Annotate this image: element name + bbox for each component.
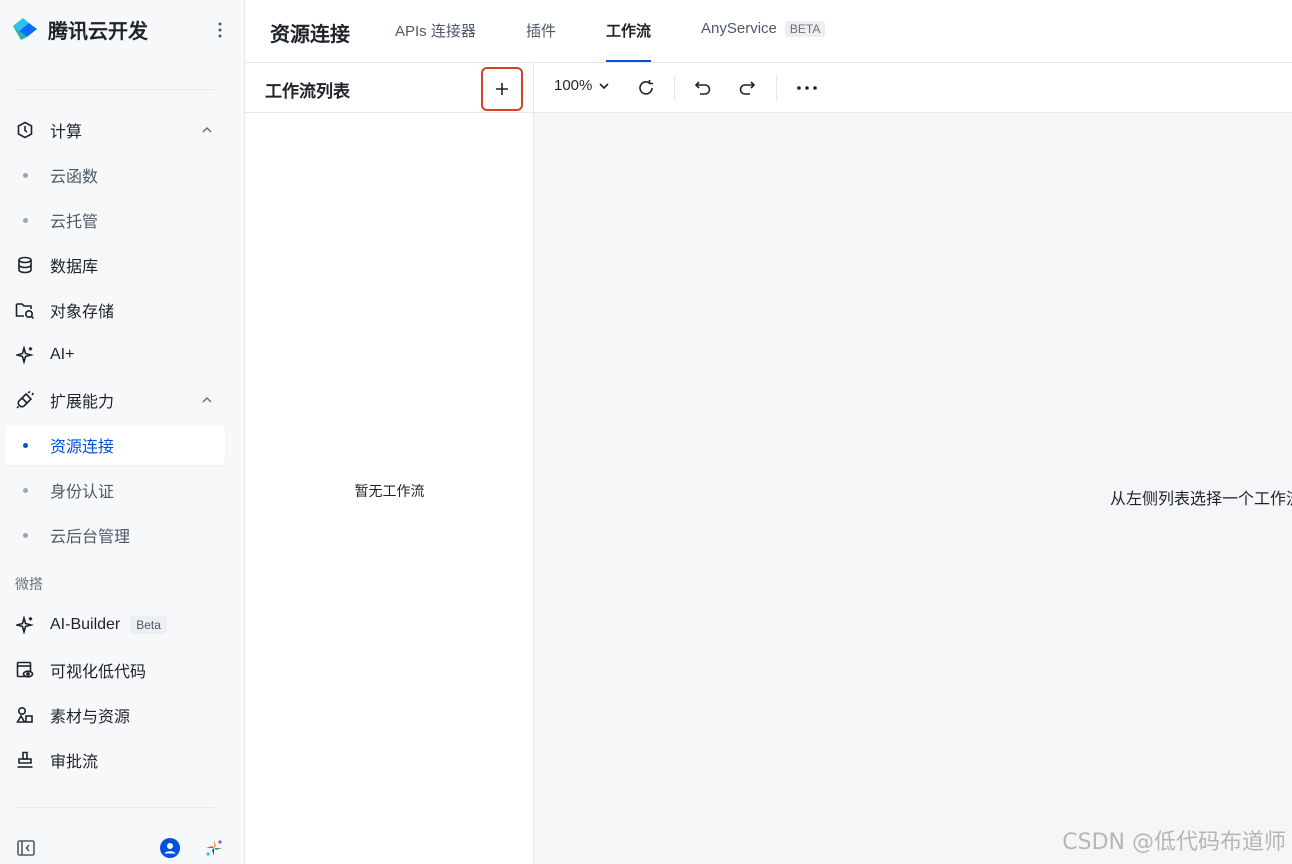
zoom-select[interactable]: 100% [554,77,610,94]
nav-ai-plus[interactable]: AI+ [5,335,225,375]
tab-anyservice-label: AnyService [701,20,777,37]
colorful-app-icon[interactable] [203,837,225,859]
nav-resource-connect[interactable]: 资源连接 [5,425,225,465]
collapse-sidebar-icon[interactable] [15,837,37,859]
more-vertical-icon[interactable] [208,18,232,42]
nav-ai-builder[interactable]: AI-Builder Beta [5,605,225,645]
refresh-icon[interactable] [634,76,658,100]
nav-admin-label: 云后台管理 [50,529,131,546]
bullet [23,487,28,493]
shapes-icon [15,705,35,725]
nav-ai-plus-label: AI+ [50,346,75,363]
nav-cloud-function[interactable]: 云函数 [5,155,225,195]
sidebar: 腾讯云开发 计算 云函数 云托管 数据库 对象存储 AI+ 扩展能力 资源连接 … [0,0,245,864]
nav-assets-label: 素材与资源 [50,709,131,726]
chevron-down-icon [599,82,609,89]
tab-apis-connector[interactable]: APIs 连接器 [395,20,476,62]
plug-icon [15,390,35,410]
workflow-canvas[interactable]: 从左侧列表选择一个工作流 [534,113,1292,864]
redo-icon[interactable] [735,76,759,100]
canvas-empty-hint: 从左侧列表选择一个工作流 [1110,491,1292,508]
divider [15,89,215,90]
chevron-up-icon[interactable] [199,392,215,408]
brand[interactable]: 腾讯云开发 [10,14,148,44]
beta-badge: BETA [784,21,826,37]
nav-auth[interactable]: 身份认证 [5,470,225,510]
tab-workflow[interactable]: 工作流 [606,20,652,62]
plus-icon [496,83,508,95]
nav-storage-label: 对象存储 [50,304,115,321]
top-bar: 资源连接 APIs 连接器 插件 工作流 AnyService BETA [245,0,1292,63]
bullet [23,217,28,223]
divider [674,75,675,101]
page-title: 资源连接 [270,24,350,46]
divider [776,75,777,101]
bullet [23,532,28,538]
bullet [23,442,28,448]
beta-badge: Beta [130,616,167,634]
nav-database[interactable]: 数据库 [5,245,225,285]
nav-auth-label: 身份认证 [50,484,115,501]
nav-storage[interactable]: 对象存储 [5,290,225,330]
nav-assets[interactable]: 素材与资源 [5,695,225,735]
sparkle-icon [15,345,35,365]
compute-icon [15,120,35,140]
nav-ai-builder-label: AI-Builder [50,616,121,633]
nav-lowcode-label: 可视化低代码 [50,664,147,681]
nav-cloud-run-label: 云托管 [50,214,99,231]
nav-lowcode[interactable]: 可视化低代码 [5,650,225,690]
nav-admin[interactable]: 云后台管理 [5,515,225,555]
nav-resource-connect-label: 资源连接 [50,439,115,456]
nav-extensions-label: 扩展能力 [50,394,115,411]
brand-name: 腾讯云开发 [48,20,148,43]
visual-page-icon [15,660,35,680]
empty-workflow-text: 暂无工作流 [354,483,425,499]
bullet [23,172,28,178]
watermark: CSDN @低代码布道师 [1062,830,1286,855]
stamp-icon [15,750,35,770]
nav-cloud-function-label: 云函数 [50,169,99,186]
nav-compute-label: 计算 [50,124,83,141]
nav-approval-label: 审批流 [50,754,99,771]
workflow-list-panel: 工作流列表 暂无工作流 [245,63,534,864]
nav-cloud-run[interactable]: 云托管 [5,200,225,240]
nav-database-label: 数据库 [50,259,99,276]
nav-extensions[interactable]: 扩展能力 [5,380,225,420]
sparkle-icon [15,615,35,635]
chevron-up-icon[interactable] [199,122,215,138]
divider [15,807,215,808]
more-horizontal-icon[interactable] [795,76,819,100]
database-icon [15,255,35,275]
user-avatar-icon[interactable] [159,837,181,859]
canvas-toolbar: 100% [534,63,1292,113]
zoom-value: 100% [554,77,593,94]
workflow-list-title: 工作流列表 [265,82,350,101]
tab-plugins[interactable]: 插件 [526,20,556,62]
nav-approval[interactable]: 审批流 [5,740,225,780]
workflow-list-header: 工作流列表 [245,63,534,113]
folder-storage-icon [15,300,35,320]
section-weda-label: 微搭 [15,576,43,592]
cloudbase-logo-icon [13,18,37,40]
undo-icon[interactable] [691,76,715,100]
add-workflow-button[interactable] [481,67,523,111]
nav-compute[interactable]: 计算 [5,110,225,150]
tab-anyservice[interactable]: AnyService BETA [701,20,826,62]
